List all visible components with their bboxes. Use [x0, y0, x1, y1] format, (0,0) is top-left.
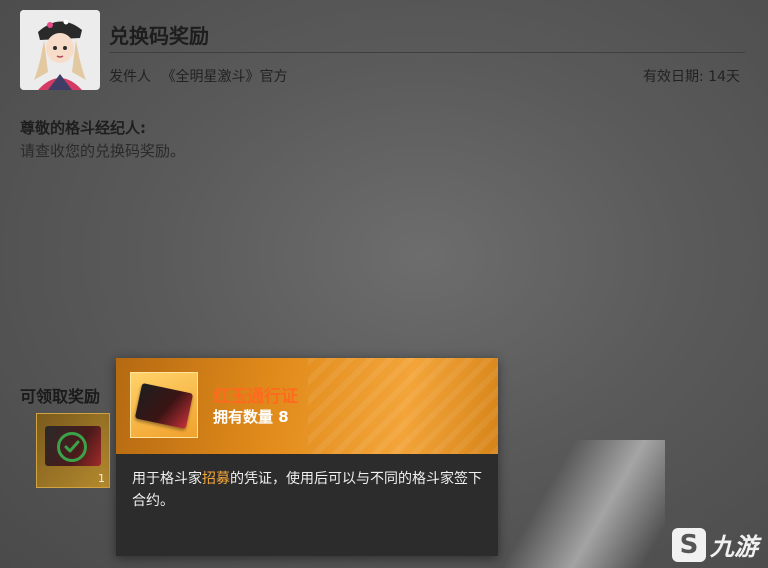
sender-avatar	[20, 10, 100, 90]
check-circle-icon	[57, 432, 87, 462]
rewards-label: 可领取奖励	[20, 387, 101, 406]
watermark-text: 九游	[710, 533, 758, 561]
mail-panel: 兑换码奖励 发件人 《全明星激斗》官方 有效日期: 14天 尊敬的格斗经纪人: …	[0, 0, 768, 568]
quantity-value: 8	[278, 408, 289, 426]
item-quantity: 拥有数量 8	[213, 406, 289, 427]
item-name: 红玉通行证	[213, 387, 298, 407]
item-tooltip: 红玉通行证 拥有数量 8 用于格斗家招募的凭证，使用后可以与不同的格斗家签下合约…	[116, 358, 498, 556]
watermark-logo: S 九游	[672, 527, 758, 562]
sender-label: 发件人	[109, 69, 151, 85]
validity-info: 有效日期: 14天	[643, 66, 740, 86]
item-icon-frame	[130, 372, 198, 438]
character-portrait-icon	[20, 10, 100, 90]
item-description: 用于格斗家招募的凭证，使用后可以与不同的格斗家签下合约。	[132, 468, 482, 512]
reward-count: 1	[98, 472, 105, 485]
quantity-label: 拥有数量	[213, 408, 274, 426]
validity-label: 有效日期:	[643, 69, 704, 85]
description-highlight: 招募	[202, 471, 230, 487]
red-jade-pass-card-icon	[134, 382, 194, 430]
mail-message: 请查收您的兑换码奖励。	[20, 142, 186, 160]
light-decoration	[505, 440, 665, 568]
description-text-1: 用于格斗家	[132, 471, 202, 487]
reward-slot[interactable]: 1	[36, 413, 110, 488]
sender-name: 《全明星激斗》官方	[161, 69, 288, 85]
sender-row: 发件人 《全明星激斗》官方	[109, 66, 293, 86]
title-divider	[109, 52, 745, 53]
mail-greeting: 尊敬的格斗经纪人:	[20, 119, 146, 137]
watermark-icon: S	[672, 527, 706, 562]
mail-title: 兑换码奖励	[109, 24, 209, 48]
tooltip-header: 红玉通行证 拥有数量 8	[116, 358, 498, 454]
validity-value: 14天	[708, 69, 740, 85]
